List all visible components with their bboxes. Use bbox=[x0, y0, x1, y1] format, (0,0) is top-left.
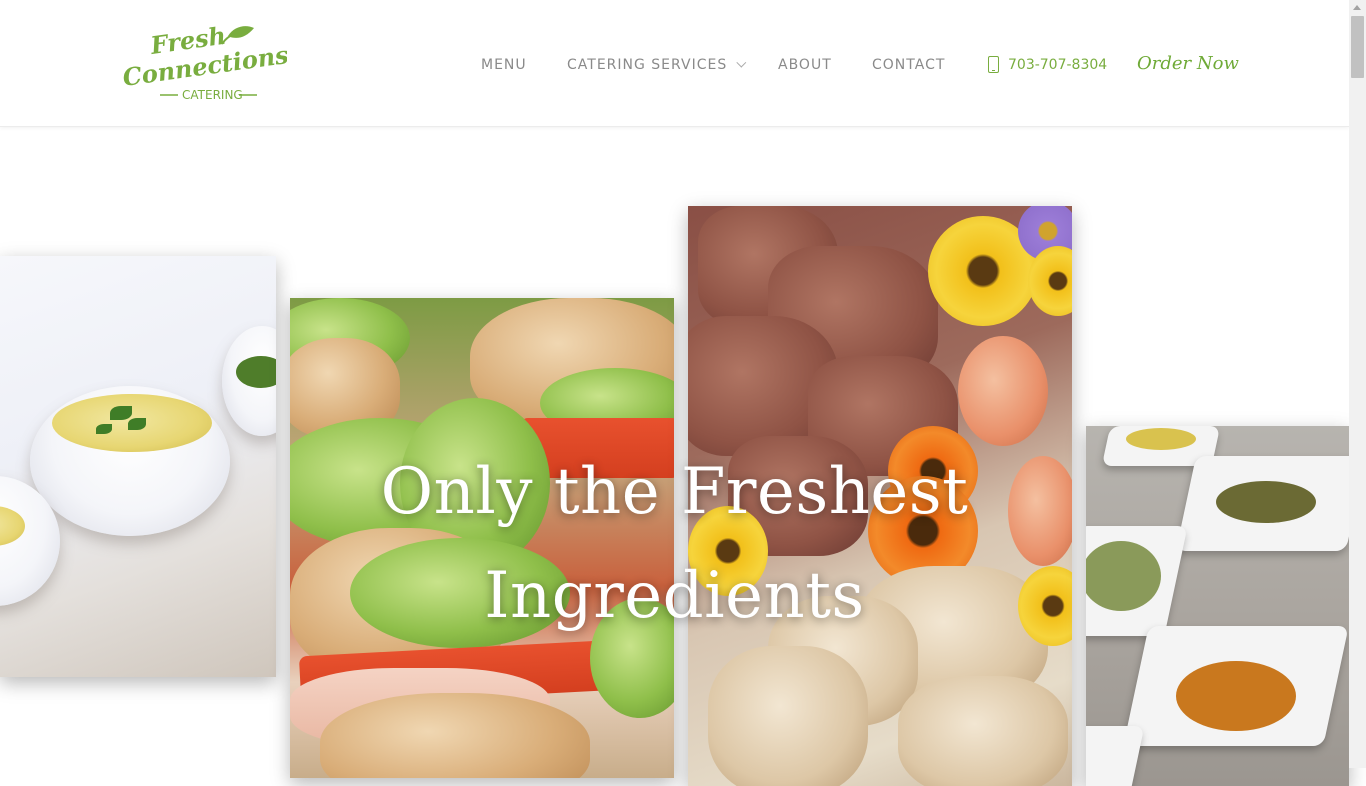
hero-title-line-2: Ingredients bbox=[484, 559, 865, 633]
hero-title: Only the Freshest Ingredients bbox=[0, 440, 1349, 648]
hero-title-line-1: Only the Freshest bbox=[380, 455, 969, 529]
scroll-up-arrow-icon[interactable] bbox=[1353, 5, 1361, 10]
nav-catering-services-label: CATERING SERVICES bbox=[567, 57, 728, 73]
page-scrollbar[interactable] bbox=[1349, 0, 1366, 768]
phone-number: 703-707-8304 bbox=[1008, 57, 1108, 73]
mobile-phone-icon bbox=[988, 56, 999, 73]
site-header: Fresh Connections CATERING MENU CATERING… bbox=[0, 0, 1349, 127]
nav-menu[interactable]: MENU bbox=[481, 57, 527, 73]
main-nav: MENU CATERING SERVICES ABOUT CONTACT 703… bbox=[0, 0, 1349, 126]
nav-catering-services[interactable]: CATERING SERVICES bbox=[567, 57, 747, 73]
phone-link[interactable]: 703-707-8304 bbox=[988, 56, 1107, 73]
order-now-link[interactable]: Order Now bbox=[1137, 53, 1239, 74]
chevron-down-icon bbox=[736, 57, 747, 68]
nav-contact[interactable]: CONTACT bbox=[872, 57, 945, 73]
scrollbar-thumb[interactable] bbox=[1351, 16, 1364, 78]
nav-about[interactable]: ABOUT bbox=[778, 57, 832, 73]
